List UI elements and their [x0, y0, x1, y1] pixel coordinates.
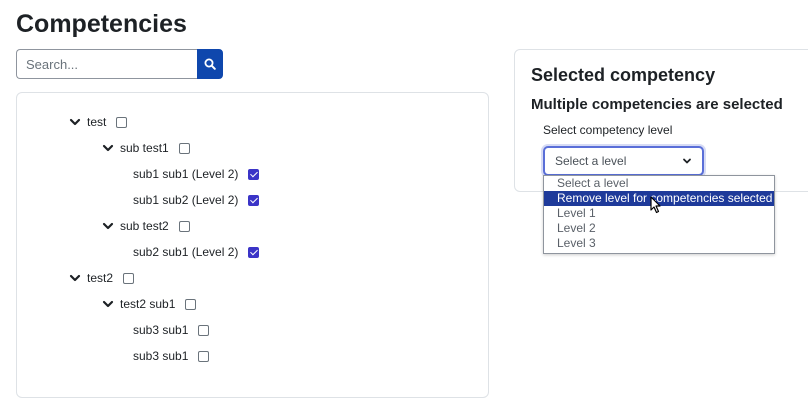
tree-node-label: sub1 sub1 (Level 2): [133, 167, 239, 181]
mouse-pointer-icon: [650, 196, 661, 214]
tree-node-checkbox[interactable]: [178, 220, 190, 232]
selected-competency-title: Selected competency: [531, 65, 716, 85]
tree-node-label: sub3 sub1: [133, 349, 189, 363]
chevron-down-icon[interactable]: [102, 142, 114, 154]
level-option[interactable]: Level 3: [544, 236, 774, 251]
competency-tree: test sub test1 sub1 sub1 (Level 2) sub1 …: [16, 92, 489, 398]
tree-node-label: sub3 sub1: [133, 323, 189, 337]
search-box: [16, 49, 223, 79]
chevron-down-icon[interactable]: [102, 298, 114, 310]
tree-node-checkbox[interactable]: [198, 324, 210, 336]
tree-node[interactable]: sub test2: [102, 217, 190, 235]
search-input[interactable]: [16, 49, 197, 79]
competency-level-select[interactable]: Select a level: [543, 146, 704, 176]
chevron-down-icon[interactable]: [69, 272, 81, 284]
chevron-down-icon: [683, 158, 691, 164]
search-icon: [204, 58, 216, 70]
tree-node-checkbox[interactable]: [198, 350, 210, 362]
tree-node-checkbox[interactable]: [123, 272, 135, 284]
tree-node[interactable]: sub3 sub1: [133, 347, 210, 365]
tree-node-label: test2 sub1: [120, 297, 176, 311]
tree-node[interactable]: sub test1: [102, 139, 190, 157]
tree-node[interactable]: test2: [69, 269, 135, 287]
tree-node-checkbox[interactable]: [116, 116, 128, 128]
chevron-down-icon[interactable]: [69, 116, 81, 128]
tree-node-checkbox[interactable]: [248, 194, 260, 206]
level-option[interactable]: Select a level: [544, 176, 774, 191]
tree-node-label: sub test1: [120, 141, 169, 155]
search-button[interactable]: [197, 49, 223, 79]
tree-node-label: sub1 sub2 (Level 2): [133, 193, 239, 207]
tree-node-label: test: [87, 115, 107, 129]
level-select-label: Select competency level: [543, 123, 673, 137]
tree-node-checkbox[interactable]: [248, 168, 260, 180]
tree-node[interactable]: sub1 sub1 (Level 2): [133, 165, 260, 183]
tree-node-label: sub test2: [120, 219, 169, 233]
level-select-value: Select a level: [555, 154, 627, 168]
tree-node-checkbox[interactable]: [178, 142, 190, 154]
tree-node-label: sub2 sub1 (Level 2): [133, 245, 239, 259]
chevron-down-icon[interactable]: [102, 220, 114, 232]
tree-node-checkbox[interactable]: [185, 298, 197, 310]
tree-node[interactable]: sub2 sub1 (Level 2): [133, 243, 260, 261]
tree-node[interactable]: sub3 sub1: [133, 321, 210, 339]
selection-status: Multiple competencies are selected: [531, 96, 783, 113]
page-title: Competencies: [16, 10, 187, 38]
tree-node-checkbox[interactable]: [248, 246, 260, 258]
tree-node[interactable]: sub1 sub2 (Level 2): [133, 191, 260, 209]
tree-node[interactable]: test: [69, 113, 128, 131]
tree-node[interactable]: test2 sub1: [102, 295, 197, 313]
level-option[interactable]: Level 2: [544, 221, 774, 236]
tree-node-label: test2: [87, 271, 114, 285]
level-dropdown-list: Select a level Remove level for competen…: [543, 175, 775, 254]
